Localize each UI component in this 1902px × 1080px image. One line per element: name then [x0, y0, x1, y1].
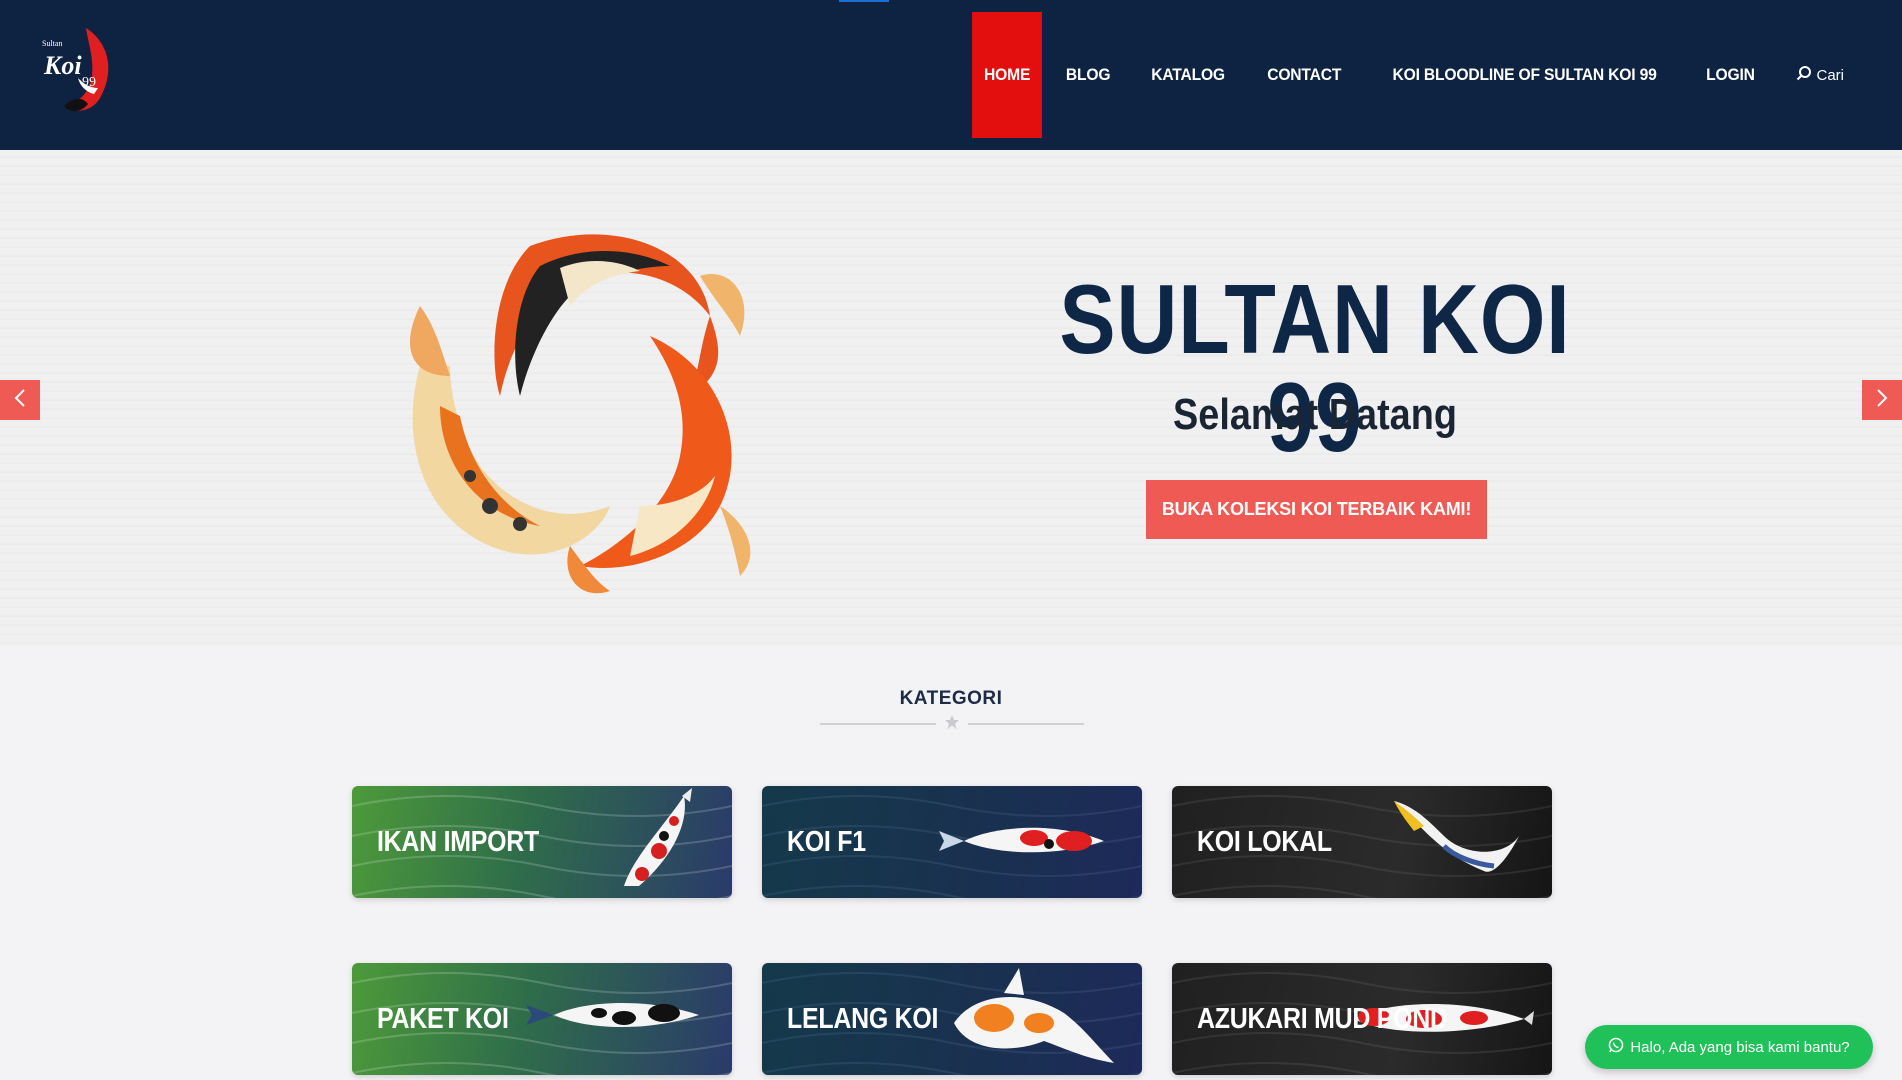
- category-card-paket-koi[interactable]: PAKET KOI: [352, 963, 732, 1075]
- search-icon: [1796, 65, 1816, 85]
- category-label: KOI F1: [787, 825, 866, 858]
- hero-cta-button[interactable]: BUKA KOLEKSI KOI TERBAIK KAMI!: [1146, 480, 1487, 539]
- slider-next-button[interactable]: [1862, 380, 1902, 420]
- star-icon: [944, 714, 960, 730]
- site-logo[interactable]: Sultan Koi 99: [38, 22, 118, 118]
- category-card-koi-f1[interactable]: KOI F1: [762, 786, 1142, 898]
- category-label: IKAN IMPORT: [377, 825, 540, 858]
- whatsapp-icon: [1608, 1037, 1624, 1057]
- whatsapp-chat-button[interactable]: Halo, Ada yang bisa kami bantu?: [1585, 1025, 1873, 1069]
- main-nav: HOME BLOG KATALOG CONTACT KOI BLOODLINE …: [969, 12, 1902, 138]
- nav-contact[interactable]: CONTACT: [1251, 12, 1358, 138]
- koi-fish-image: [526, 1002, 699, 1028]
- koi-fish-image: [1394, 801, 1519, 872]
- slider-prev-button[interactable]: [0, 380, 40, 420]
- category-card-koi-lokal[interactable]: KOI LOKAL: [1172, 786, 1552, 898]
- chat-label: Halo, Ada yang bisa kami bantu?: [1630, 1038, 1850, 1056]
- svg-text:99: 99: [82, 75, 96, 90]
- category-card-azukari-mud-pond[interactable]: AZUKARI MUD POND: [1172, 963, 1552, 1075]
- site-header: Sultan Koi 99 HOME BLOG KATALOG CONTACT …: [0, 0, 1902, 150]
- nav-blog[interactable]: BLOG: [1049, 12, 1127, 138]
- nav-home[interactable]: HOME: [972, 12, 1043, 138]
- koi-fish-image: [624, 788, 692, 886]
- category-label: LELANG KOI: [787, 1002, 939, 1035]
- category-label: AZUKARI MUD POND: [1197, 1002, 1448, 1035]
- nav-search[interactable]: Cari: [1774, 12, 1902, 138]
- kategori-title: KATEGORI: [899, 688, 1003, 709]
- svg-text:Sultan: Sultan: [42, 39, 62, 48]
- nav-login[interactable]: LOGIN: [1689, 12, 1771, 138]
- category-label: PAKET KOI: [377, 1002, 509, 1035]
- chevron-right-icon: [1875, 388, 1889, 413]
- nav-katalog[interactable]: KATALOG: [1135, 12, 1242, 138]
- search-label: Cari: [1816, 66, 1844, 84]
- nav-koi-bloodline[interactable]: KOI BLOODLINE OF SULTAN KOI 99: [1375, 12, 1672, 138]
- koi-fish-image: [939, 827, 1104, 853]
- koi-fish-image: [954, 968, 1114, 1063]
- category-card-lelang-koi[interactable]: LELANG KOI: [762, 963, 1142, 1075]
- hero-koi-image: [380, 206, 800, 606]
- category-label: KOI LOKAL: [1197, 825, 1332, 858]
- hero-subtitle: Selamat Datang: [1173, 390, 1457, 439]
- chevron-left-icon: [13, 388, 27, 413]
- kategori-divider: [820, 714, 1084, 734]
- header-accent-line: [839, 0, 889, 2]
- category-card-ikan-import[interactable]: IKAN IMPORT: [352, 786, 732, 898]
- hero-slider: SULTAN KOI 99 Selamat Datang BUKA KOLEKS…: [0, 150, 1902, 646]
- svg-text:Koi: Koi: [43, 51, 82, 80]
